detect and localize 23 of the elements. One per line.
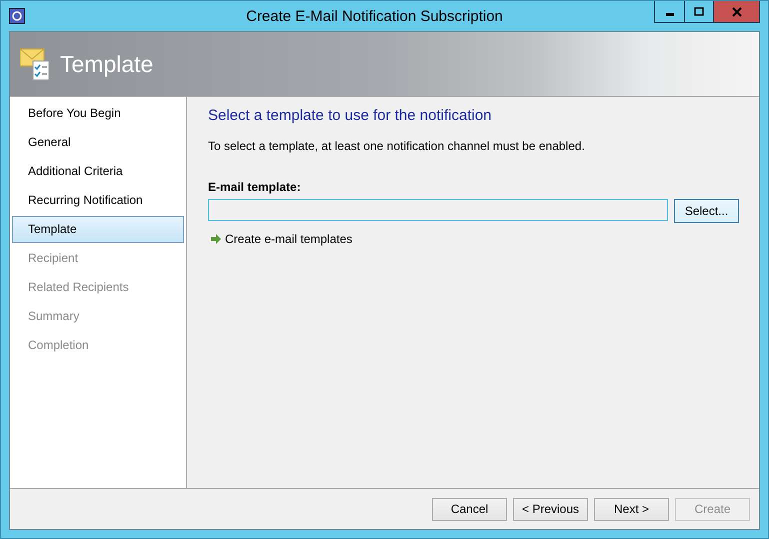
envelope-checklist-icon bbox=[20, 47, 52, 81]
sidebar-item[interactable]: Template bbox=[12, 216, 184, 243]
arrow-icon bbox=[211, 234, 221, 244]
footer-button[interactable]: < Previous bbox=[513, 498, 588, 520]
close-icon bbox=[732, 6, 742, 16]
select-button[interactable]: Select... bbox=[674, 199, 739, 223]
minimize-icon bbox=[666, 13, 674, 16]
sidebar-item[interactable]: Recurring Notification bbox=[12, 187, 184, 214]
footer-button[interactable]: Next > bbox=[594, 498, 669, 520]
app-icon bbox=[9, 8, 25, 24]
description-text: To select a template, at least one notification channel must be enabled. bbox=[208, 139, 586, 153]
section-heading: Select a template to use for the notification bbox=[208, 107, 492, 124]
window-title: Create E-Mail Notification Subscription bbox=[245, 8, 504, 24]
sidebar-item[interactable]: General bbox=[12, 129, 184, 156]
field-label: E-mail template: bbox=[208, 180, 302, 194]
page-title: Template bbox=[60, 50, 154, 78]
maximize-icon bbox=[694, 6, 704, 16]
template-field[interactable] bbox=[208, 199, 668, 221]
create-templates-link[interactable]: Create e-mail templates bbox=[225, 232, 352, 246]
sidebar-item[interactable]: Additional Criteria bbox=[12, 158, 184, 185]
close-button[interactable] bbox=[713, 1, 759, 22]
sidebar-item[interactable]: Before You Begin bbox=[12, 100, 184, 127]
footer-button[interactable]: Cancel bbox=[432, 498, 507, 520]
